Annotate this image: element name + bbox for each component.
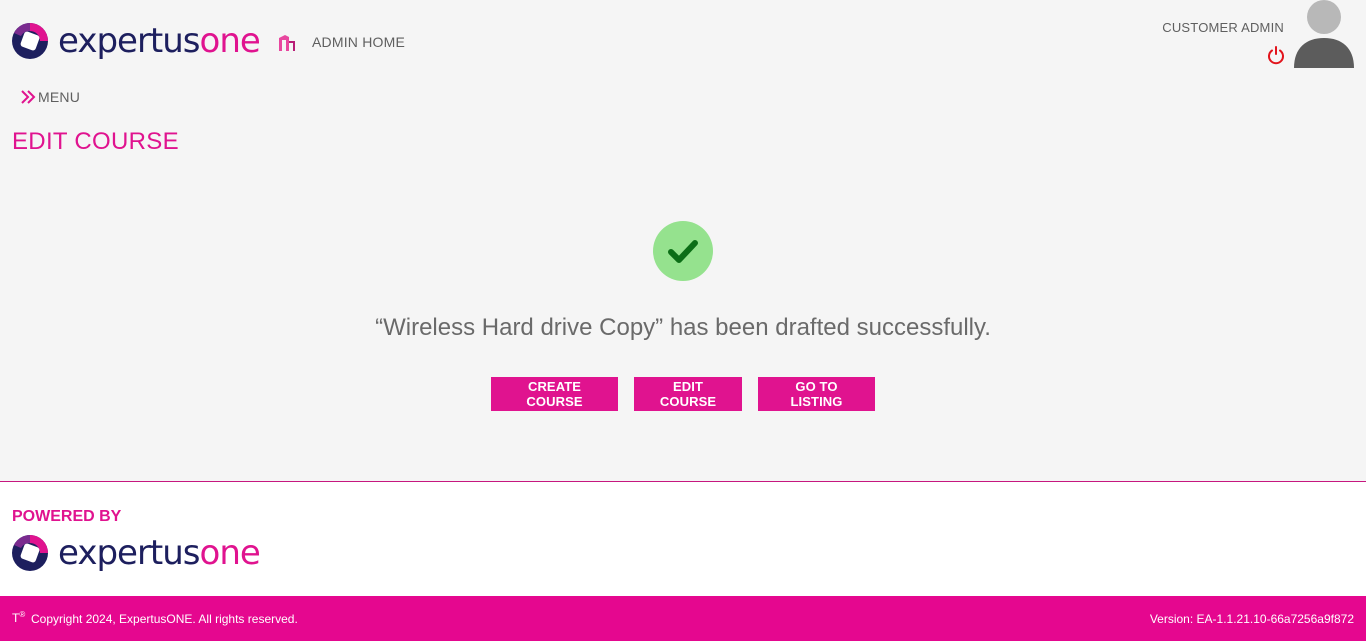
footer-mark: T®	[12, 610, 25, 625]
edit-course-button[interactable]: EDIT COURSE	[634, 377, 742, 411]
logo-wordmark: expertusone	[58, 533, 261, 573]
powered-by-logo: expertusone	[12, 533, 261, 573]
check-icon	[653, 221, 713, 281]
brand-logo[interactable]: expertusone	[12, 21, 261, 61]
footer: T® Copyright 2024, ExpertusONE. All righ…	[0, 596, 1366, 641]
version-text: Version: EA-1.1.21.10-66a7256a9f872	[1149, 612, 1354, 626]
menu-toggle[interactable]: MENU	[20, 88, 80, 106]
menu-label: MENU	[38, 89, 81, 105]
logo-text-part1: expertus	[58, 21, 201, 61]
footer-mark-sup: ®	[19, 610, 26, 619]
power-icon[interactable]	[1266, 45, 1286, 65]
page-title: EDIT COURSE	[12, 128, 179, 155]
go-to-listing-button[interactable]: GO TO LISTING	[758, 377, 875, 411]
double-chevron-right-icon	[21, 90, 36, 104]
success-message: “Wireless Hard drive Copy” has been draf…	[375, 314, 991, 341]
logo-mark-icon	[12, 23, 48, 59]
powered-by-label: POWERED BY	[12, 508, 122, 525]
home-icon	[279, 35, 295, 51]
user-role-label: CUSTOMER ADMIN	[1162, 20, 1284, 35]
admin-home-link[interactable]: ADMIN HOME	[278, 33, 405, 51]
logo-text-part2: one	[199, 21, 261, 61]
admin-home-label: ADMIN HOME	[312, 34, 405, 50]
action-buttons: CREATE COURSE EDIT COURSE GO TO LISTING	[491, 377, 891, 411]
logo-text-part2: one	[199, 533, 261, 573]
copyright-text: Copyright 2024, ExpertusONE. All rights …	[31, 612, 298, 626]
avatar-icon[interactable]	[1292, 0, 1356, 70]
logo-mark-icon	[12, 535, 48, 571]
create-course-button[interactable]: CREATE COURSE	[491, 377, 618, 411]
powered-by-section: POWERED BY expertusone	[0, 481, 1366, 596]
main-area: expertusone ADMIN HOME CUSTOMER ADMIN ME…	[0, 0, 1366, 481]
logo-wordmark: expertusone	[58, 21, 261, 61]
logo-text-part1: expertus	[58, 533, 201, 573]
